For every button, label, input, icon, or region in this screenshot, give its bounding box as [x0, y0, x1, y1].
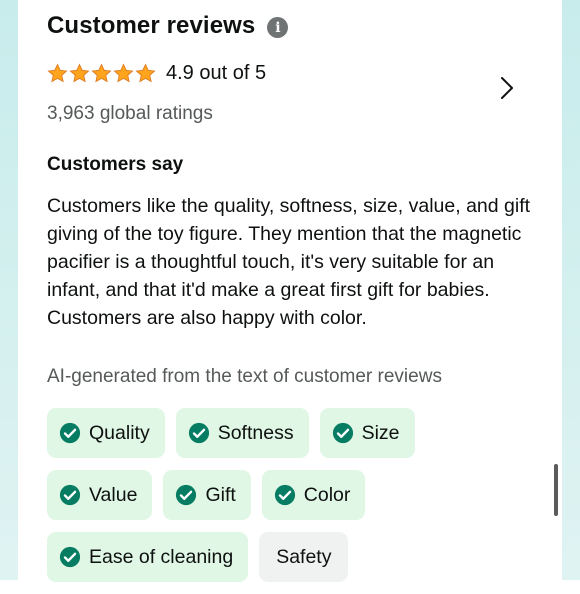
title-row: Customer reviews i — [47, 12, 289, 40]
rating-text: 4.9 out of 5 — [166, 62, 267, 84]
background-edge-right — [562, 0, 580, 580]
review-summary: Customers like the quality, softness, si… — [47, 195, 531, 329]
reviews-card: Customer reviews i 4.9 out of 5 3,963 gl… — [18, 0, 562, 582]
aspect-chips: Quality Softness Size Value Gift Color E… — [47, 408, 547, 594]
chip-row: Quality Softness Size — [47, 408, 547, 458]
aspect-chip-gift[interactable]: Gift — [163, 470, 251, 520]
star-icon — [135, 63, 156, 83]
info-icon[interactable]: i — [267, 17, 289, 38]
global-ratings-count[interactable]: 3,963 global ratings — [47, 103, 213, 125]
ai-generated-note: AI-generated from the text of customer r… — [47, 366, 442, 387]
check-circle-icon — [59, 484, 81, 506]
star-icon — [91, 63, 112, 83]
chip-row: Ease of cleaning Safety — [47, 532, 547, 582]
check-circle-icon — [274, 484, 295, 506]
section-title: Customer reviews — [47, 12, 256, 39]
star-icon — [69, 63, 90, 83]
chevron-right-icon[interactable] — [500, 76, 514, 100]
aspect-chip-label: Quality — [89, 421, 150, 444]
rating-summary[interactable]: 4.9 out of 5 — [47, 62, 266, 85]
aspect-chip-quality[interactable]: Quality — [47, 408, 165, 458]
check-circle-icon — [59, 546, 81, 568]
aspect-chip-color[interactable]: Color — [261, 470, 366, 520]
star-rating — [47, 63, 156, 84]
scrollbar-thumb[interactable] — [554, 464, 558, 516]
aspect-chip-label: Value — [89, 483, 138, 506]
star-icon — [113, 63, 134, 83]
background-edge-left — [0, 0, 18, 580]
check-circle-icon — [59, 422, 81, 444]
aspect-chip-label: Softness — [217, 421, 294, 444]
chip-row: Value Gift Color — [47, 470, 547, 520]
star-icon — [47, 63, 68, 83]
aspect-chip-label: Ease of cleaning — [89, 545, 234, 568]
aspect-chip-label: Gift — [205, 483, 236, 506]
check-circle-icon — [176, 484, 197, 506]
aspect-chip-value[interactable]: Value — [47, 470, 153, 520]
customers-say-heading: Customers say — [47, 154, 184, 175]
aspect-chip-label: Safety — [276, 545, 332, 568]
check-circle-icon — [332, 422, 353, 444]
aspect-chip-softness[interactable]: Softness — [175, 408, 309, 458]
aspect-chip-ease-of-cleaning[interactable]: Ease of cleaning — [47, 532, 249, 582]
aspect-chip-safety[interactable]: Safety — [259, 532, 349, 582]
aspect-chip-label: Size — [361, 421, 400, 444]
aspect-chip-size[interactable]: Size — [319, 408, 415, 458]
check-circle-icon — [188, 422, 209, 444]
aspect-chip-label: Color — [303, 483, 351, 506]
